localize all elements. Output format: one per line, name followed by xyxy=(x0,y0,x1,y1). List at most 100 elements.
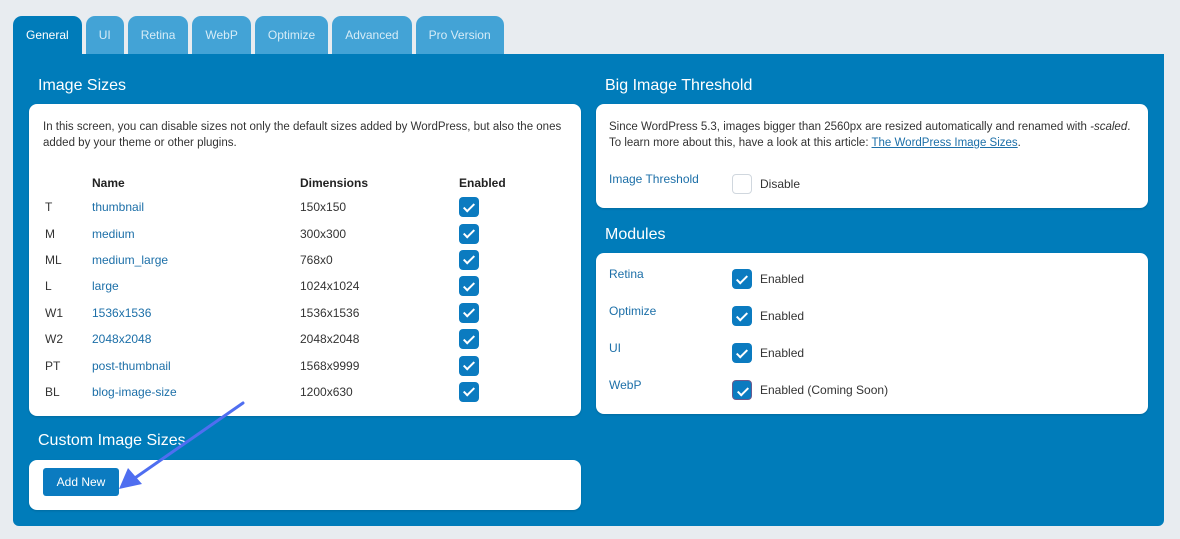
modules-card: Retina Enabled Optimize Enabled UI Enabl… xyxy=(596,253,1148,414)
big-image-threshold-description: Since WordPress 5.3, images bigger than … xyxy=(609,119,1144,151)
size-dimensions: 1568x9999 xyxy=(300,358,360,373)
size-enabled-cell xyxy=(459,300,506,326)
image-sizes-title: Image Sizes xyxy=(38,77,127,94)
size-dimensions: 2048x2048 xyxy=(300,332,360,347)
tab-optimize[interactable]: Optimize xyxy=(254,16,329,54)
tab-ui[interactable]: UI xyxy=(85,16,124,54)
table-row: ML medium_large 768x0 xyxy=(45,247,506,273)
size-dimensions: 300x300 xyxy=(300,226,347,241)
module-optimize-checkbox[interactable] xyxy=(732,306,752,326)
big-image-threshold-title: Big Image Threshold xyxy=(605,77,753,94)
image-sizes-description: In this screen, you can disable sizes no… xyxy=(43,121,562,149)
table-row: Llarge 1024x1024 xyxy=(45,273,506,299)
tab-general[interactable]: General xyxy=(13,16,82,54)
size-name: medium xyxy=(92,226,135,241)
modules-title: Modules xyxy=(605,226,666,243)
module-retina-checkbox[interactable] xyxy=(732,269,752,289)
settings-panel: Image Sizes In this screen, you can disa… xyxy=(13,54,1164,526)
size-code: L xyxy=(45,279,52,294)
size-enabled-cell xyxy=(459,379,506,405)
size-enabled-cell xyxy=(459,326,506,352)
module-webp-status: Enabled (Coming Soon) xyxy=(760,383,889,397)
size-name: medium_large xyxy=(92,252,169,267)
size-enabled-checkbox[interactable] xyxy=(459,329,479,350)
size-enabled-checkbox[interactable] xyxy=(459,302,479,323)
size-code: W2 xyxy=(45,332,63,347)
size-code: T xyxy=(45,200,53,215)
size-enabled-checkbox[interactable] xyxy=(459,276,479,297)
tab-pro-version[interactable]: Pro Version xyxy=(415,16,504,54)
module-retina-status: Enabled xyxy=(760,272,805,286)
size-enabled-checkbox[interactable] xyxy=(459,355,479,376)
module-optimize-status: Enabled xyxy=(760,309,805,323)
image-threshold-field: Disable xyxy=(732,174,800,194)
desc-text: To learn more about this, have a look at… xyxy=(609,137,872,149)
custom-image-sizes-title: Custom Image Sizes xyxy=(38,432,186,449)
size-enabled-cell xyxy=(459,247,506,273)
desc-emphasis: -scaled xyxy=(1090,121,1128,133)
desc-text: Since WordPress 5.3, images bigger than … xyxy=(609,121,1091,133)
size-enabled-cell xyxy=(459,352,506,378)
column-header-name: Name xyxy=(92,176,125,190)
size-code: PT xyxy=(45,358,61,373)
big-image-threshold-card: Since WordPress 5.3, images bigger than … xyxy=(596,104,1148,208)
size-dimensions: 150x150 xyxy=(300,200,347,215)
module-ui-status: Enabled xyxy=(760,346,805,360)
desc-text: . xyxy=(1017,137,1021,149)
table-row: Mmedium 300x300 xyxy=(45,220,506,246)
column-header-code xyxy=(45,172,92,194)
size-code: BL xyxy=(45,384,60,399)
module-retina-field: Enabled xyxy=(732,269,804,289)
size-name: thumbnail xyxy=(92,200,145,215)
module-ui-field: Enabled xyxy=(732,343,804,363)
module-webp-label: WebP xyxy=(609,378,642,392)
image-threshold-checkbox-label: Disable xyxy=(760,177,801,191)
size-enabled-cell xyxy=(459,194,506,220)
size-name: 1536x1536 xyxy=(92,305,152,320)
module-optimize-field: Enabled xyxy=(732,306,804,326)
custom-image-sizes-card: Add New xyxy=(29,460,581,510)
image-sizes-table: Name Dimensions Enabled Tthumbnail 150x15… xyxy=(45,172,506,405)
desc-text: . xyxy=(1127,121,1131,133)
size-code: ML xyxy=(45,252,62,267)
size-dimensions: 768x0 xyxy=(300,252,333,267)
size-enabled-checkbox[interactable] xyxy=(459,223,479,244)
size-name: post-thumbnail xyxy=(92,358,171,373)
table-row: Tthumbnail 150x150 xyxy=(45,194,506,220)
module-webp-field: Enabled (Coming Soon) xyxy=(732,380,888,400)
table-row: PT post-thumbnail 1568x9999 xyxy=(45,352,506,378)
table-row: W2 2048x2048 2048x2048 xyxy=(45,326,506,352)
module-ui-label: UI xyxy=(609,341,621,355)
table-row: BL blog-image-size 1200x630 xyxy=(45,379,506,405)
image-threshold-label: Image Threshold xyxy=(609,172,699,186)
module-webp-checkbox[interactable] xyxy=(732,380,752,400)
tab-bar: General UI Retina WebP Optimize Advanced… xyxy=(13,16,504,54)
add-new-button[interactable]: Add New xyxy=(43,468,119,496)
size-enabled-cell xyxy=(459,273,506,299)
size-dimensions: 1536x1536 xyxy=(300,305,360,320)
wordpress-image-sizes-link[interactable]: The WordPress Image Sizes xyxy=(872,137,1018,149)
size-enabled-checkbox[interactable] xyxy=(459,197,479,218)
column-header-dimensions: Dimensions xyxy=(300,176,369,190)
tab-webp[interactable]: WebP xyxy=(192,16,251,54)
size-dimensions: 1024x1024 xyxy=(300,279,360,294)
size-enabled-checkbox[interactable] xyxy=(459,249,479,270)
size-name: large xyxy=(92,279,119,294)
size-enabled-cell xyxy=(459,220,506,246)
module-retina-label: Retina xyxy=(609,267,644,281)
module-ui-checkbox[interactable] xyxy=(732,343,752,363)
table-row: W1 1536x1536 1536x1536 xyxy=(45,300,506,326)
size-enabled-checkbox[interactable] xyxy=(459,381,479,402)
size-code: M xyxy=(45,226,55,241)
size-dimensions: 1200x630 xyxy=(300,384,353,399)
tab-advanced[interactable]: Advanced xyxy=(332,16,412,54)
table-header-row: Name Dimensions Enabled xyxy=(45,172,506,194)
tab-retina[interactable]: Retina xyxy=(127,16,189,54)
module-optimize-label: Optimize xyxy=(609,304,657,318)
size-name: blog-image-size xyxy=(92,384,177,399)
size-name: 2048x2048 xyxy=(92,332,152,347)
size-code: W1 xyxy=(45,305,63,320)
column-header-enabled: Enabled xyxy=(459,176,506,190)
image-threshold-checkbox[interactable] xyxy=(732,174,752,194)
image-sizes-card: In this screen, you can disable sizes no… xyxy=(29,104,581,416)
